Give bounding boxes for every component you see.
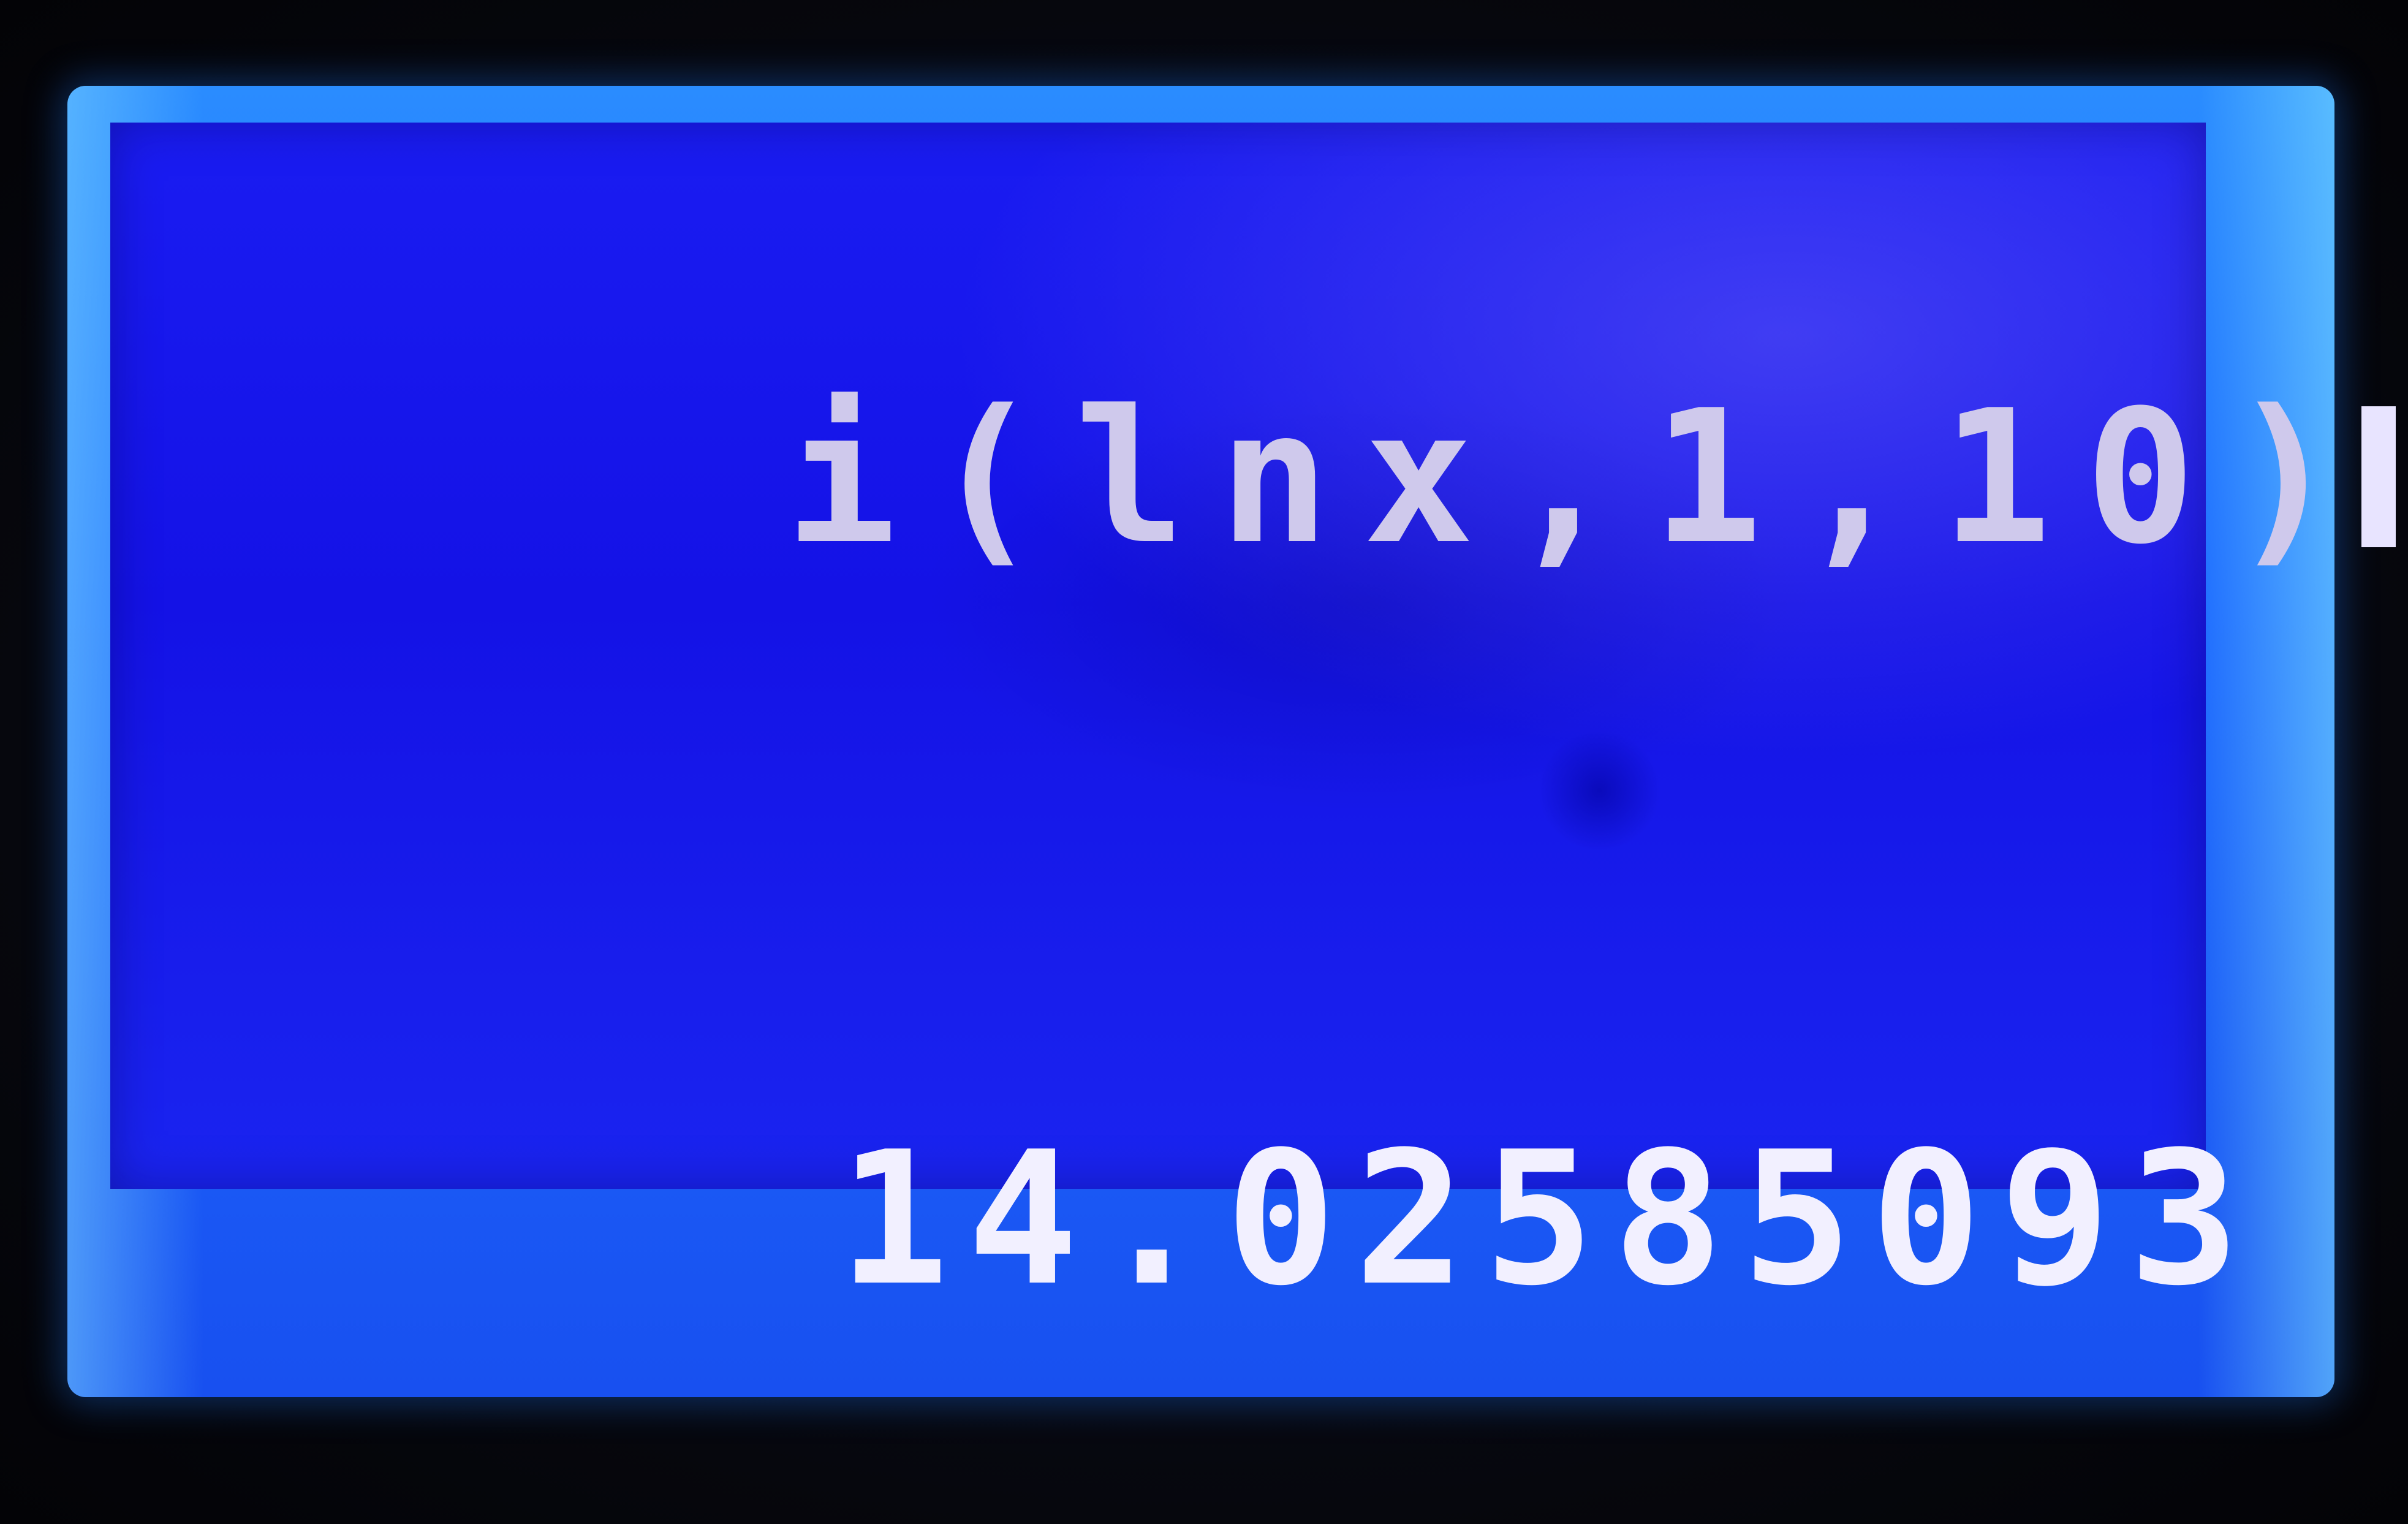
result-value: 14.02585093	[838, 1112, 2258, 1326]
expression-text: i(lnx,1,10)	[786, 371, 2374, 585]
text-cursor	[2361, 406, 2396, 547]
calculator-photo: i(lnx,1,10) 14.02585093	[0, 0, 2408, 1524]
input-expression-line: i(lnx,1,10)	[208, 202, 2396, 754]
